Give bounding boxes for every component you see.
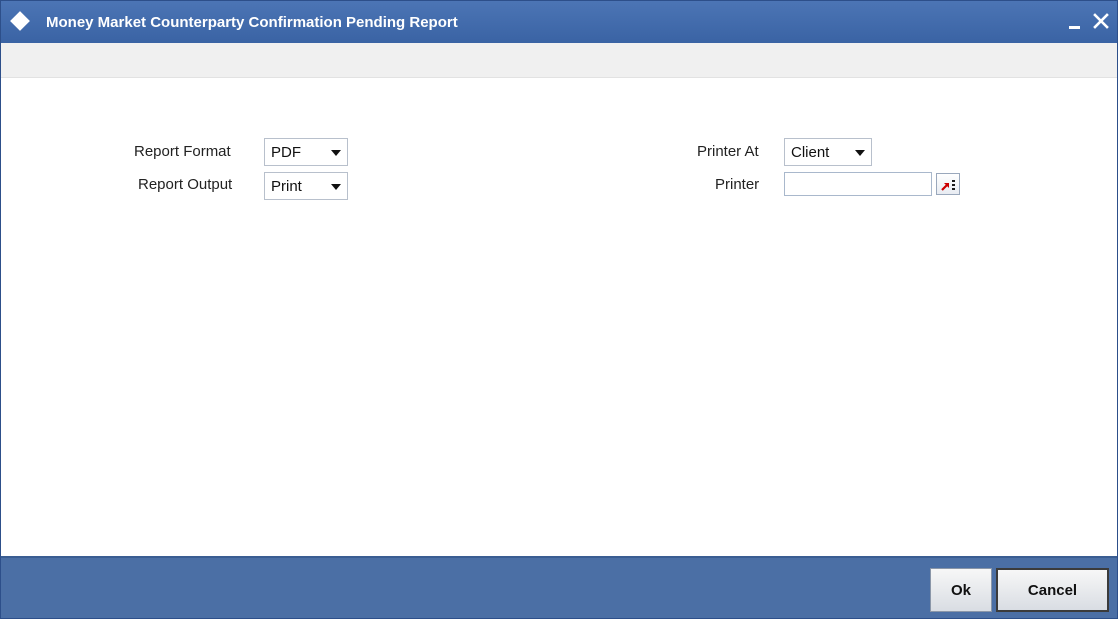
report-format-select[interactable]: PDF: [264, 138, 348, 166]
printer-at-value: Client: [791, 144, 830, 161]
button-bar: Ok Cancel: [1, 556, 1117, 618]
report-form: Report Format PDF Report Output Print Pr…: [1, 78, 1117, 556]
chevron-down-icon: [331, 150, 341, 156]
close-button[interactable]: [1091, 9, 1113, 33]
window-title: Money Market Counterparty Confirmation P…: [46, 14, 458, 31]
printer-input[interactable]: [784, 172, 932, 196]
minimize-icon: [1069, 26, 1080, 29]
chevron-down-icon: [855, 150, 865, 156]
minimize-button[interactable]: [1065, 9, 1087, 33]
printer-lov-button[interactable]: [936, 173, 960, 195]
ok-button[interactable]: Ok: [930, 568, 992, 612]
close-icon: [1093, 13, 1109, 29]
printer-at-label: Printer At: [697, 143, 759, 160]
list-of-values-icon: [941, 180, 955, 191]
report-format-label: Report Format: [134, 143, 231, 160]
title-bar[interactable]: Money Market Counterparty Confirmation P…: [1, 1, 1117, 43]
report-output-select[interactable]: Print: [264, 172, 348, 200]
toolbar-strip: [1, 43, 1117, 78]
report-format-value: PDF: [271, 144, 301, 161]
diamond-icon: [10, 11, 30, 31]
report-output-value: Print: [271, 178, 302, 195]
cancel-button[interactable]: Cancel: [996, 568, 1109, 612]
report-output-label: Report Output: [138, 176, 233, 193]
report-window: Money Market Counterparty Confirmation P…: [0, 0, 1118, 619]
chevron-down-icon: [331, 184, 341, 190]
printer-label: Printer: [715, 176, 760, 193]
printer-at-select[interactable]: Client: [784, 138, 872, 166]
